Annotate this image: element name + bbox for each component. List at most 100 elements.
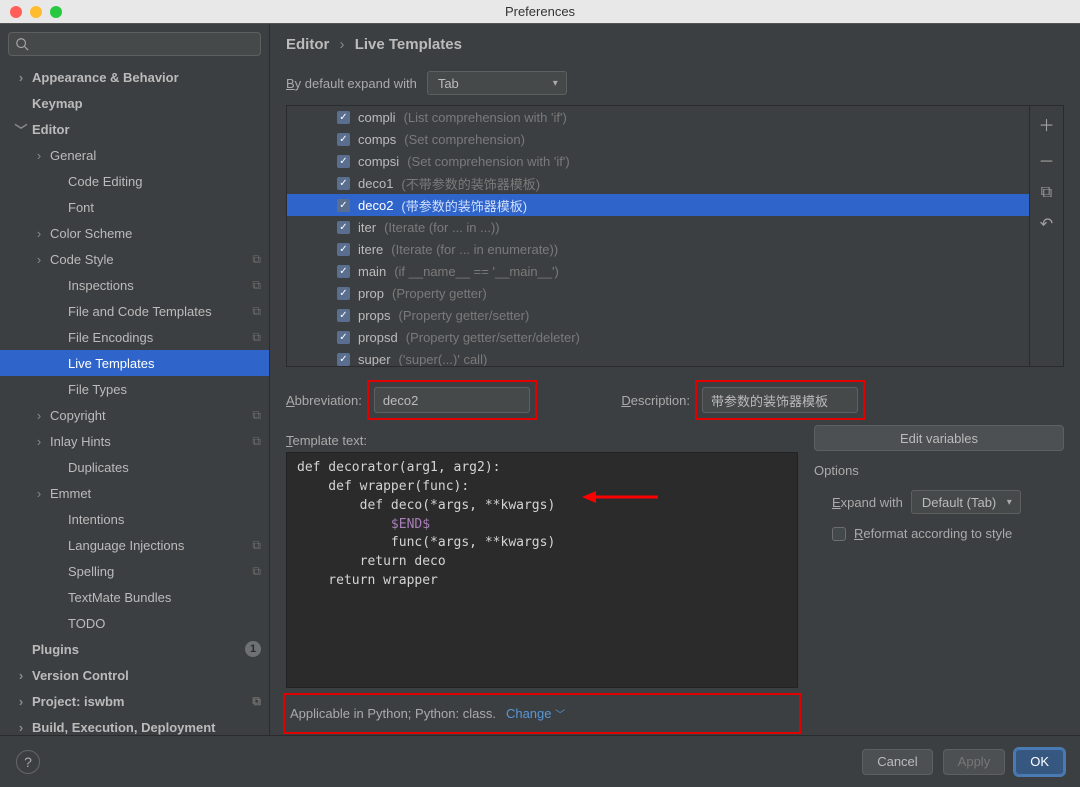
template-desc: (Iterate (for ... in ...)) — [384, 220, 500, 235]
sidebar-item-code-style[interactable]: ›Code Style⧉ — [0, 246, 269, 272]
ok-button[interactable]: OK — [1015, 749, 1064, 775]
sidebar-item-file-encodings[interactable]: File Encodings⧉ — [0, 324, 269, 350]
sidebar-item-label: Editor — [32, 122, 70, 137]
template-list[interactable]: ✓compli(List comprehension with 'if')✓co… — [287, 106, 1029, 366]
sidebar-item-label: Language Injections — [68, 538, 184, 553]
sidebar-item-file-and-code-templates[interactable]: File and Code Templates⧉ — [0, 298, 269, 324]
default-expand-select[interactable]: Tab — [427, 71, 567, 95]
template-row-main[interactable]: ✓main(if __name__ == '__main__') — [287, 260, 1029, 282]
add-icon[interactable]: ＋ — [1038, 112, 1054, 136]
sidebar-item-label: File and Code Templates — [68, 304, 212, 319]
sidebar-item-build-execution-deployment[interactable]: ›Build, Execution, Deployment — [0, 714, 269, 735]
project-scope-icon: ⧉ — [252, 564, 261, 579]
remove-icon[interactable]: － — [1038, 148, 1054, 172]
template-checkbox[interactable]: ✓ — [337, 177, 350, 190]
sidebar: ›Appearance & BehaviorKeymap﹀Editor›Gene… — [0, 24, 270, 735]
sidebar-item-code-editing[interactable]: Code Editing — [0, 168, 269, 194]
template-checkbox[interactable]: ✓ — [337, 243, 350, 256]
search-input[interactable] — [8, 32, 261, 56]
template-checkbox[interactable]: ✓ — [337, 331, 350, 344]
cancel-button[interactable]: Cancel — [862, 749, 932, 775]
template-name: prop — [358, 286, 384, 301]
sidebar-item-keymap[interactable]: Keymap — [0, 90, 269, 116]
sidebar-item-general[interactable]: ›General — [0, 142, 269, 168]
breadcrumb-editor[interactable]: Editor — [286, 36, 329, 53]
sidebar-item-intentions[interactable]: Intentions — [0, 506, 269, 532]
chevron-right-icon: › — [32, 148, 46, 163]
expand-with-value: Default (Tab) — [922, 495, 996, 510]
template-checkbox[interactable]: ✓ — [337, 199, 350, 212]
template-checkbox[interactable]: ✓ — [337, 155, 350, 168]
sidebar-item-inlay-hints[interactable]: ›Inlay Hints⧉ — [0, 428, 269, 454]
minimize-window-icon[interactable] — [30, 6, 42, 18]
change-link[interactable]: Change ﹀ — [506, 706, 565, 721]
template-row-propsd[interactable]: ✓propsd(Property getter/setter/deleter) — [287, 326, 1029, 348]
template-checkbox[interactable]: ✓ — [337, 265, 350, 278]
expand-with-select[interactable]: Default (Tab) — [911, 490, 1021, 514]
template-desc: (Set comprehension with 'if') — [407, 154, 569, 169]
template-row-prop[interactable]: ✓prop(Property getter) — [287, 282, 1029, 304]
template-checkbox[interactable]: ✓ — [337, 133, 350, 146]
sidebar-item-plugins[interactable]: Plugins1 — [0, 636, 269, 662]
close-window-icon[interactable] — [10, 6, 22, 18]
template-list-toolbar: ＋ － ⧉ ↶ — [1029, 106, 1063, 366]
sidebar-item-emmet[interactable]: ›Emmet — [0, 480, 269, 506]
template-row-deco1[interactable]: ✓deco1(不带参数的装饰器模板) — [287, 172, 1029, 194]
template-row-props[interactable]: ✓props(Property getter/setter) — [287, 304, 1029, 326]
template-row-deco2[interactable]: ✓deco2(带参数的装饰器模板) — [287, 194, 1029, 216]
apply-button[interactable]: Apply — [943, 749, 1006, 775]
reformat-row[interactable]: Reformat according to style — [832, 526, 1064, 541]
sidebar-item-project-iswbm[interactable]: ›Project: iswbm⧉ — [0, 688, 269, 714]
default-expand-row: By default expand with Tab — [286, 71, 1064, 95]
help-button[interactable]: ? — [16, 750, 40, 774]
sidebar-item-todo[interactable]: TODO — [0, 610, 269, 636]
abbreviation-input[interactable] — [374, 387, 530, 413]
template-checkbox[interactable]: ✓ — [337, 287, 350, 300]
sidebar-item-duplicates[interactable]: Duplicates — [0, 454, 269, 480]
sidebar-item-font[interactable]: Font — [0, 194, 269, 220]
copy-icon[interactable]: ⧉ — [1041, 184, 1052, 202]
description-label: Description: — [621, 393, 690, 408]
abbrev-row: Abbreviation: Description: — [286, 383, 1064, 417]
template-checkbox[interactable]: ✓ — [337, 221, 350, 234]
zoom-window-icon[interactable] — [50, 6, 62, 18]
template-desc: ('super(...)' call) — [399, 352, 488, 367]
undo-icon[interactable]: ↶ — [1040, 214, 1053, 234]
chevron-right-icon: › — [32, 252, 46, 267]
template-row-super[interactable]: ✓ super ('super(...)' call) — [287, 348, 1029, 366]
description-input[interactable] — [702, 387, 858, 413]
template-checkbox[interactable]: ✓ — [337, 111, 350, 124]
template-row-compsi[interactable]: ✓ compsi (Set comprehension with 'if') — [287, 150, 1029, 172]
abbreviation-label: Abbreviation: — [286, 393, 362, 408]
sidebar-item-live-templates[interactable]: Live Templates — [0, 350, 269, 376]
sidebar-item-copyright[interactable]: ›Copyright⧉ — [0, 402, 269, 428]
template-checkbox[interactable]: ✓ — [337, 353, 350, 366]
sidebar-item-editor[interactable]: ﹀Editor — [0, 116, 269, 142]
template-text-editor[interactable]: def decorator(arg1, arg2): def wrapper(f… — [286, 452, 798, 688]
titlebar: Preferences — [0, 0, 1080, 24]
template-row-compli[interactable]: ✓compli(List comprehension with 'if') — [287, 106, 1029, 128]
template-name: compsi — [358, 154, 399, 169]
sidebar-item-spelling[interactable]: Spelling⧉ — [0, 558, 269, 584]
edit-variables-button[interactable]: Edit variables — [814, 425, 1064, 451]
template-row-itere[interactable]: ✓itere(Iterate (for ... in enumerate)) — [287, 238, 1029, 260]
template-row-iter[interactable]: ✓iter(Iterate (for ... in ...)) — [287, 216, 1029, 238]
sidebar-item-version-control[interactable]: ›Version Control — [0, 662, 269, 688]
template-checkbox[interactable]: ✓ — [337, 309, 350, 322]
sidebar-item-textmate-bundles[interactable]: TextMate Bundles — [0, 584, 269, 610]
breadcrumb-live-templates: Live Templates — [355, 36, 462, 53]
sidebar-item-color-scheme[interactable]: ›Color Scheme — [0, 220, 269, 246]
button-bar: ? Cancel Apply OK — [0, 735, 1080, 787]
search-input-field[interactable] — [35, 37, 254, 51]
sidebar-item-inspections[interactable]: Inspections⧉ — [0, 272, 269, 298]
sidebar-item-label: TextMate Bundles — [68, 590, 171, 605]
chevron-right-icon: › — [32, 226, 46, 241]
template-name: super — [358, 352, 391, 367]
window-title: Preferences — [505, 4, 575, 19]
sidebar-item-language-injections[interactable]: Language Injections⧉ — [0, 532, 269, 558]
sidebar-item-label: Live Templates — [68, 356, 154, 371]
sidebar-item-appearance-behavior[interactable]: ›Appearance & Behavior — [0, 64, 269, 90]
sidebar-item-file-types[interactable]: File Types — [0, 376, 269, 402]
reformat-checkbox[interactable] — [832, 527, 846, 541]
template-row-comps[interactable]: ✓comps(Set comprehension) — [287, 128, 1029, 150]
